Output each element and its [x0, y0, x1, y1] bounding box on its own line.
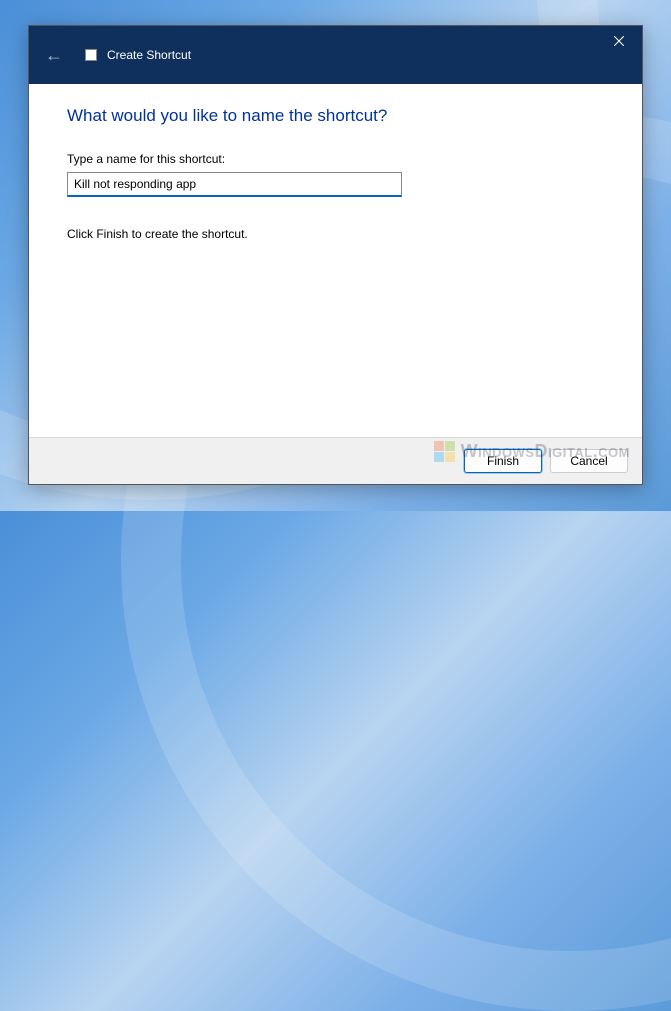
shortcut-icon: [85, 49, 97, 61]
finish-button[interactable]: Finish: [464, 449, 542, 473]
name-field-label: Type a name for this shortcut:: [67, 152, 604, 166]
page-heading: What would you like to name the shortcut…: [67, 106, 604, 126]
instruction-text: Click Finish to create the shortcut.: [67, 227, 604, 241]
dialog-content: What would you like to name the shortcut…: [29, 84, 642, 437]
shortcut-name-input[interactable]: [67, 172, 402, 197]
button-bar: Finish Cancel: [29, 437, 642, 484]
title-bar: ← Create Shortcut: [29, 26, 642, 84]
create-shortcut-dialog: ← Create Shortcut What would you like to…: [28, 25, 643, 485]
close-button[interactable]: [596, 26, 642, 56]
cancel-button[interactable]: Cancel: [550, 449, 628, 473]
back-arrow-icon[interactable]: ←: [41, 45, 67, 66]
window-title: Create Shortcut: [107, 48, 191, 62]
